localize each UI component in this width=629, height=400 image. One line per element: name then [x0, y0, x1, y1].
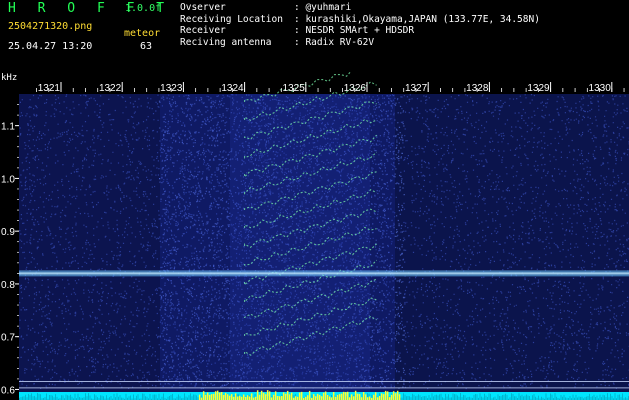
- y-tick-label: 1.0: [1, 174, 15, 185]
- app-version: 1.0.0f: [125, 3, 162, 14]
- spectrogram-panel: 1321 1322 1323 1324 1325 1326 1327 1328 1329 1330…: [0, 72, 629, 400]
- spectrogram-band: [160, 94, 230, 400]
- station-info: Ovserver : @yuhmari Receiving Location :…: [180, 2, 540, 48]
- info-value: : kurashiki,Okayama,JAPAN (133.77E, 34.5…: [294, 13, 540, 25]
- info-row-location: Receiving Location : kurashiki,Okayama,J…: [180, 14, 540, 26]
- capture-datetime: 25.04.27 13:20: [8, 41, 93, 52]
- info-row-receiver: Receiver : NESDR SMArt + HDSDR: [180, 25, 540, 37]
- info-label: Receiver: [180, 25, 226, 37]
- hrofft-window: H R O F F T 1.0.0f 2504271320.png meteor…: [0, 0, 629, 400]
- carrier-line-core: [19, 272, 629, 275]
- spectrogram-band: [19, 94, 160, 400]
- x-axis: 1321 1322 1323 1324 1325 1326 1327 1328 1329 1330: [36, 82, 625, 94]
- info-label: Receiving Location: [180, 13, 283, 25]
- image-filename: 2504271320.png: [8, 21, 93, 32]
- y-axis: 1.1 1.0 0.9 0.8 0.7 0.6: [1, 104, 19, 396]
- info-value: : Radix RV-62V: [294, 36, 375, 48]
- meteor-label: meteor: [124, 28, 161, 39]
- khz-axis-label: kHz: [1, 73, 18, 83]
- info-value: : NESDR SMArt + HDSDR: [294, 25, 415, 37]
- spectrogram-band: [395, 94, 629, 400]
- info-value: : @yuhmari: [294, 2, 352, 13]
- y-tick-label: 0.6: [1, 385, 15, 396]
- info-label: Ovserver: [180, 2, 226, 13]
- info-row-antenna: Reciving antenna : Radix RV-62V: [180, 37, 540, 49]
- info-label: Reciving antenna: [180, 36, 272, 48]
- y-tick-label: 0.9: [1, 227, 15, 238]
- spectrogram-chart: 1321 1322 1323 1324 1325 1326 1327 1328 1329 1330…: [1, 72, 629, 400]
- y-tick-label: 0.7: [1, 333, 15, 344]
- y-tick-label: 0.8: [1, 280, 15, 291]
- y-tick-label: 1.1: [1, 122, 15, 133]
- band-layer: [19, 94, 629, 400]
- meteor-count: 63: [140, 41, 153, 52]
- info-row-observer: Ovserver : @yuhmari: [180, 2, 540, 14]
